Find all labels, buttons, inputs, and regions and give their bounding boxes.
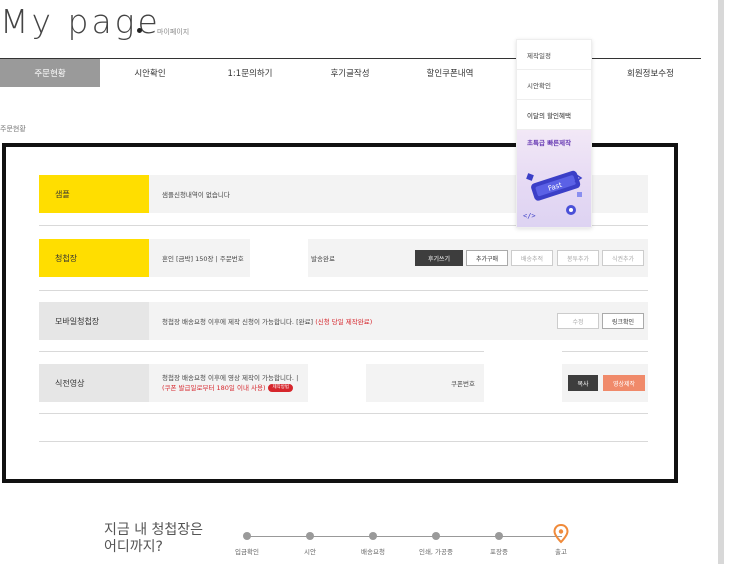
- mypage-nav: 주문현황 시안확인 1:1문의하기 후기글작성 할인쿠폰내역 회원정보수정: [0, 58, 701, 87]
- track-delivery-button[interactable]: 배송추적: [511, 250, 553, 266]
- progress-step-dot: [243, 532, 251, 540]
- step-label-packing: 포장중: [490, 548, 508, 556]
- video-note-line: (쿠폰 발급일로부터 180일 이내 사용) 제작방법: [162, 383, 294, 393]
- copy-button[interactable]: 복사: [568, 375, 598, 391]
- quick-menu-schedule[interactable]: 제작일정: [517, 40, 591, 70]
- mobile-status: (신청 당일 제작완료): [315, 318, 373, 326]
- svg-text:</>: </>: [523, 212, 536, 220]
- edit-button[interactable]: 수정: [557, 313, 599, 329]
- mobile-info: 청첩장 배송요청 이후에 제작 신청이 가능합니다. [완료] (신청 당일 제…: [162, 302, 372, 340]
- row-label-sample: 샘플: [39, 175, 149, 213]
- tab-review[interactable]: 후기글작성: [300, 59, 400, 87]
- divider: [39, 413, 648, 414]
- tab-inquiry[interactable]: 1:1문의하기: [200, 59, 300, 87]
- row-invitation: 청첩장 혼인 [금박] 150장 | 주문번호 발송완료 후기쓰기 추가구매 배…: [39, 239, 648, 277]
- write-review-button[interactable]: 후기쓰기: [415, 250, 463, 266]
- sample-empty-text: 샘플신청내역이 없습니다: [162, 191, 230, 199]
- breadcrumb: 주문현황: [0, 125, 26, 133]
- quick-menu-discount[interactable]: 이달의 할인혜택: [517, 100, 591, 130]
- title-bullet: [137, 28, 142, 33]
- scrollbar[interactable]: [718, 0, 724, 564]
- fast-production-banner[interactable]: 초특급 빠른제작 Fast </>: [517, 130, 591, 227]
- add-meal-ticket-button[interactable]: 식권추가: [602, 250, 644, 266]
- progress-step-dot: [306, 532, 314, 540]
- invitation-status: 발송완료: [311, 255, 335, 263]
- how-to-make-pill[interactable]: 제작방법: [268, 384, 294, 392]
- tab-proof-check[interactable]: 시안확인: [100, 59, 200, 87]
- mobile-info-text: 청첩장 배송요청 이후에 제작 신청이 가능합니다. [완료]: [162, 318, 314, 326]
- step-label-payment: 입금확인: [235, 548, 259, 556]
- step-label-printing: 인쇄, 가공중: [418, 548, 454, 556]
- floating-quick-menu: 제작일정 시안확인 이달의 할인혜택 초특급 빠른제작 Fast </>: [516, 39, 592, 228]
- divider: [39, 290, 648, 291]
- tab-coupons[interactable]: 할인쿠폰내역: [400, 59, 500, 87]
- coupon-number-label: 쿠폰번호: [451, 380, 475, 388]
- fast-keyboard-illustration: Fast </>: [523, 170, 583, 220]
- video-info: 청첩장 배송요청 이후에 영상 제작이 가능합니다. | (쿠폰 발급일로부터 …: [162, 364, 298, 402]
- redacted-video-info: [308, 360, 366, 416]
- progress-track: [246, 536, 562, 537]
- page-subtitle: 마이페이지: [157, 28, 190, 36]
- tab-order-status[interactable]: 주문현황: [0, 59, 100, 87]
- add-envelope-button[interactable]: 봉투추가: [557, 250, 599, 266]
- video-info-text: 청첩장 배송요청 이후에 영상 제작이 가능합니다. |: [162, 374, 299, 382]
- divider: [39, 441, 648, 442]
- make-video-button[interactable]: 영상제작: [603, 375, 645, 391]
- page-title: My page: [0, 2, 161, 41]
- progress-step-dot: [369, 532, 377, 540]
- check-link-button[interactable]: 링크확인: [602, 313, 644, 329]
- row-label-video: 식전영상: [39, 364, 149, 402]
- redacted-order-number: [250, 235, 308, 281]
- current-location-pin-icon: [553, 524, 569, 544]
- row-label-mobile: 모바일청첩장: [39, 302, 149, 340]
- quick-menu-proof[interactable]: 시안확인: [517, 70, 591, 100]
- step-label-delivery-request: 배송요청: [361, 548, 385, 556]
- row-label-invitation: 청첩장: [39, 239, 149, 277]
- additional-purchase-button[interactable]: 추가구매: [466, 250, 508, 266]
- step-label-shipped: 출고: [555, 548, 567, 556]
- step-label-proof: 시안: [304, 548, 316, 556]
- progress-step-dot: [495, 532, 503, 540]
- row-mobile-invitation: 모바일청첩장 청첩장 배송요청 이후에 제작 신청이 가능합니다. [완료] (…: [39, 302, 648, 340]
- video-coupon-note: (쿠폰 발급일로부터 180일 이내 사용): [162, 384, 266, 392]
- invitation-order-text: 혼인 [금박] 150장 | 주문번호: [162, 255, 244, 263]
- progress-title: 지금 내 청첩장은 어디까지?: [104, 522, 204, 555]
- tab-member-info[interactable]: 회원정보수정: [600, 59, 701, 87]
- progress-step-dot: [432, 532, 440, 540]
